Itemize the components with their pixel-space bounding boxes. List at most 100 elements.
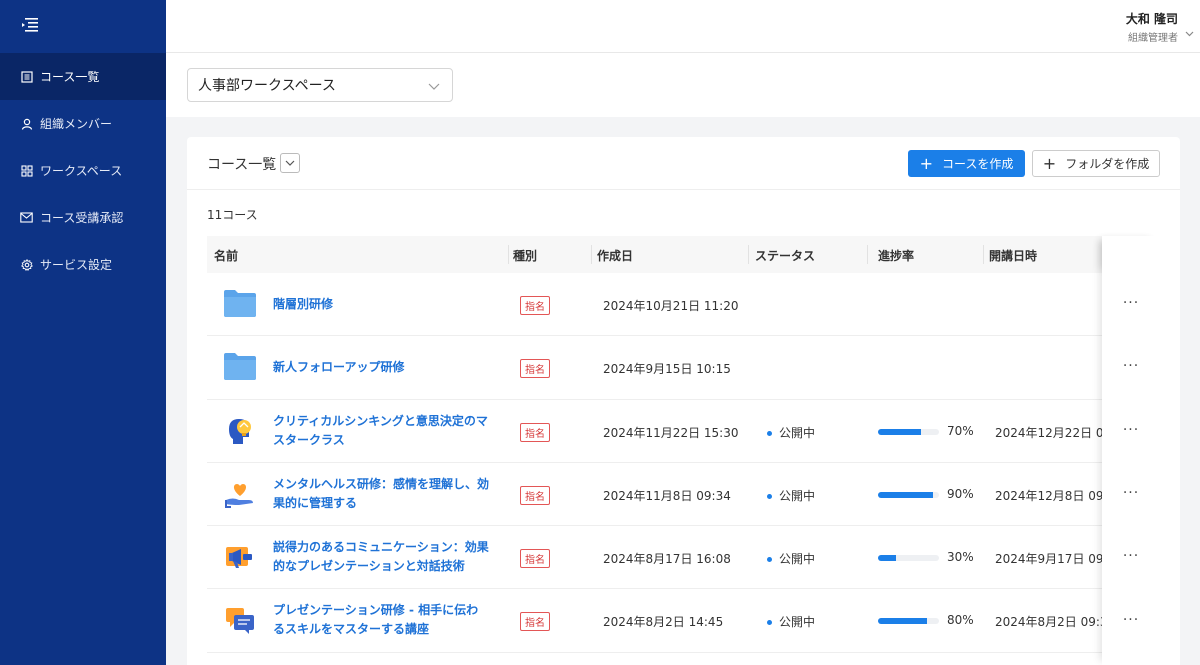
column-divider	[508, 245, 509, 264]
more-actions-icon[interactable]: ···	[1102, 295, 1160, 311]
course-name-link[interactable]: クリティカルシンキングと意思決定のマスタークラス	[273, 412, 489, 450]
progress-percent: 70%	[947, 423, 974, 438]
idea-head-icon	[223, 415, 257, 447]
view-dropdown-button[interactable]	[280, 153, 300, 173]
created-date: 2024年8月17日 16:08	[603, 552, 731, 567]
status-dot	[767, 430, 772, 436]
progress-bar-fill	[878, 618, 927, 625]
progress-bar	[878, 555, 939, 562]
column-divider	[983, 245, 984, 264]
workspace-select[interactable]: 人事部ワークスペース	[187, 68, 453, 102]
status-dot	[767, 557, 772, 563]
user-menu[interactable]: 大和 隆司 組織管理者	[1125, 10, 1194, 44]
sidebar-item-members[interactable]: 組織メンバー	[0, 100, 166, 147]
column-header-type[interactable]: 種別	[513, 247, 537, 264]
course-count: 11コース	[207, 208, 258, 222]
type-badge: 指名	[520, 612, 550, 632]
created-date: 2024年11月22日 15:30	[603, 425, 739, 440]
chevron-down-icon	[1185, 22, 1194, 41]
card-header: コース一覧 + コースを作成 + フォルダを作成	[187, 137, 1180, 190]
plus-icon: +	[1042, 153, 1057, 173]
progress-percent: 80%	[947, 613, 974, 628]
column-header-open[interactable]: 開講日時	[989, 247, 1037, 264]
course-table-body: 階層別研修 指名 2024年10月21日 11:20 新人フォローアップ研修 指名 202…	[207, 273, 1160, 653]
progress-bar-fill	[878, 555, 897, 562]
sidebar-item-approval[interactable]: コース受講承認	[0, 194, 166, 241]
open-datetime: 2024年8月2日 09:30	[995, 615, 1102, 630]
course-name-link[interactable]: プレゼンテーション研修 - 相手に伝わるスキルをマスターする講座	[273, 601, 489, 639]
progress-bar	[878, 491, 939, 498]
more-actions-icon[interactable]: ···	[1102, 485, 1160, 501]
more-actions-icon[interactable]: ···	[1102, 358, 1160, 374]
status-label: 公開中	[767, 487, 815, 504]
column-header-created[interactable]: 作成日	[597, 247, 633, 264]
create-folder-button[interactable]: + フォルダを作成	[1032, 150, 1160, 177]
type-badge: 指名	[520, 359, 550, 379]
more-actions-icon[interactable]: ···	[1102, 612, 1160, 628]
table-row[interactable]: メンタルヘルス研修：感情を理解し、効果的に管理する 指名 2024年11月8日 09…	[207, 463, 1160, 527]
open-datetime: 2024年12月8日 09:30	[995, 488, 1102, 503]
type-badge: 指名	[520, 296, 550, 315]
progress-percent: 90%	[947, 486, 974, 501]
sidebar-item-label: ワークスペース	[40, 164, 123, 178]
open-datetime: 2024年9月17日 09:30	[995, 552, 1102, 567]
sidebar-item-label: コース一覧	[40, 70, 100, 84]
list-icon	[20, 70, 33, 83]
column-header-progress[interactable]: 進捗率	[878, 247, 914, 264]
type-badge: 指名	[520, 549, 550, 569]
chat-bubbles-icon	[223, 604, 257, 636]
card-title: コース一覧	[207, 157, 277, 173]
created-date: 2024年11月8日 09:34	[603, 488, 731, 503]
progress-bar	[878, 618, 939, 625]
table-header: 名前 種別 作成日 ステータス 進捗率 開講日時	[207, 236, 1160, 273]
course-name-link[interactable]: 新人フォローアップ研修	[273, 358, 489, 377]
open-datetime: 2024年12月22日 09:30	[995, 425, 1102, 440]
create-folder-label: フォルダを作成	[1065, 157, 1150, 171]
column-header-status[interactable]: ステータス	[755, 247, 815, 264]
more-actions-icon[interactable]: ···	[1102, 548, 1160, 564]
sidebar-item-label: サービス設定	[40, 258, 113, 272]
table-row[interactable]: 新人フォローアップ研修 指名 2024年9月15日 10:15	[207, 336, 1160, 400]
action-column: ··· ··· ··· ··· ··· ···	[1102, 236, 1160, 665]
folder-icon	[223, 288, 257, 320]
column-divider	[867, 245, 868, 264]
column-divider	[591, 245, 592, 264]
status-dot	[767, 620, 772, 626]
course-name-link[interactable]: 説得力のあるコミュニケーション：効果的なプレゼンテーションと対話技術	[273, 538, 489, 576]
course-name-link[interactable]: 階層別研修	[273, 295, 489, 314]
table-row[interactable]: 説得力のあるコミュニケーション：効果的なプレゼンテーションと対話技術 指名 2024…	[207, 526, 1160, 590]
table-row[interactable]: プレゼンテーション研修 - 相手に伝わるスキルをマスターする講座 指名 2024年8…	[207, 589, 1160, 653]
created-date: 2024年10月21日 11:20	[603, 299, 739, 313]
sidebar: コース一覧 組織メンバー ワークスペース コース受講承認 サービス設定	[0, 0, 166, 665]
progress-bar-fill	[878, 428, 921, 435]
heart-hand-icon	[223, 478, 257, 510]
workspace-bar: 人事部ワークスペース	[166, 53, 1200, 117]
status-text: 公開中	[779, 552, 816, 567]
course-name-link[interactable]: メンタルヘルス研修：感情を理解し、効果的に管理する	[273, 475, 489, 513]
sidebar-item-workspace[interactable]: ワークスペース	[0, 147, 166, 194]
status-text: 公開中	[779, 425, 816, 440]
table-row[interactable]: クリティカルシンキングと意思決定のマスタークラス 指名 2024年11月22日 15…	[207, 400, 1160, 463]
mail-icon	[20, 211, 33, 224]
table-row[interactable]: 階層別研修 指名 2024年10月21日 11:20	[207, 273, 1160, 337]
sidebar-item-label: 組織メンバー	[40, 117, 113, 131]
chevron-down-icon	[428, 79, 440, 95]
column-header-name[interactable]: 名前	[214, 247, 238, 264]
sidebar-item-settings[interactable]: サービス設定	[0, 241, 166, 288]
type-badge: 指名	[520, 422, 550, 442]
status-label: 公開中	[767, 550, 815, 567]
menu-collapse-icon[interactable]	[20, 16, 42, 36]
sidebar-item-courses[interactable]: コース一覧	[0, 53, 166, 100]
status-text: 公開中	[779, 488, 816, 503]
status-label: 公開中	[767, 613, 815, 630]
create-course-button[interactable]: + コースを作成	[908, 150, 1025, 177]
created-date: 2024年8月2日 14:45	[603, 615, 724, 630]
more-actions-icon[interactable]: ···	[1102, 422, 1160, 438]
create-course-label: コースを作成	[942, 157, 1014, 171]
course-list-card: コース一覧 + コースを作成 + フォルダを作成 11コース 名前 種別 作成日…	[187, 137, 1180, 665]
status-text: 公開中	[779, 615, 816, 630]
folder-icon	[223, 351, 257, 383]
megaphone-icon	[223, 541, 257, 573]
user-name: 大和 隆司	[1125, 12, 1178, 26]
user-role: 組織管理者	[1128, 33, 1178, 44]
